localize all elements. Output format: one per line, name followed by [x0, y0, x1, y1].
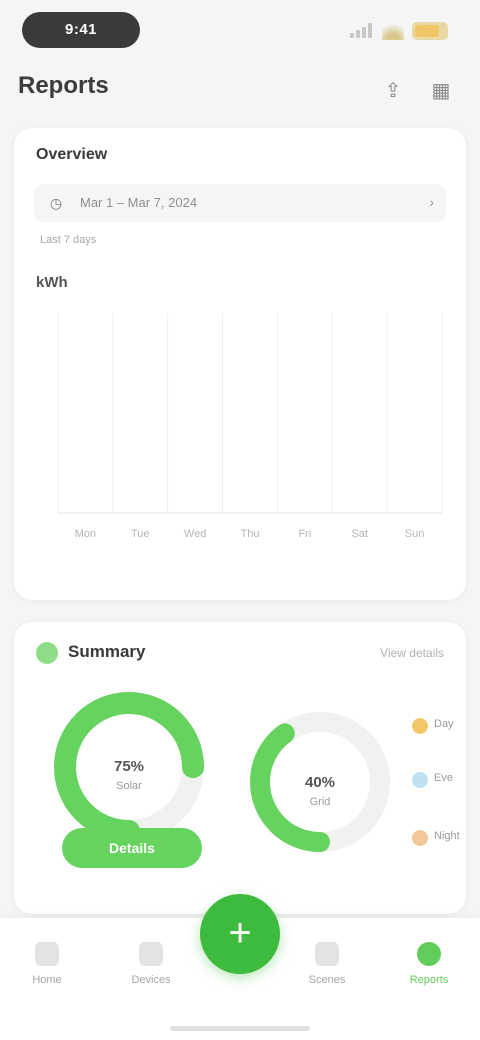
scenes-icon: [315, 942, 339, 966]
reports-icon: [417, 942, 441, 966]
calendar-small-icon: ◷: [49, 195, 63, 211]
overview-card: Overview ◷ Mar 1 – Mar 7, 2024 › Last 7 …: [14, 128, 466, 600]
legend-label: Day: [434, 718, 454, 730]
nav-item-devices[interactable]: Devices: [116, 934, 186, 1004]
bottom-nav: Home Devices + Scenes Reports: [0, 894, 480, 1040]
page-title: Reports: [18, 72, 109, 99]
nav-label: Reports: [409, 974, 449, 986]
add-button[interactable]: +: [200, 894, 280, 974]
calendar-icon[interactable]: ▦: [426, 76, 456, 106]
overview-label: Overview: [36, 146, 108, 163]
x-tick-label: Wed: [184, 528, 206, 540]
home-indicator: [170, 1026, 310, 1031]
date-range-text: Mar 1 – Mar 7, 2024: [80, 195, 198, 210]
devices-icon: [139, 942, 163, 966]
nav-item-home[interactable]: Home: [12, 934, 82, 1004]
legend-item: Day: [404, 708, 466, 744]
nav-label: Home: [32, 974, 62, 986]
view-details-link[interactable]: View details: [380, 646, 444, 660]
app-header: Reports ⇪ ▦: [0, 60, 480, 120]
x-tick-label: Sun: [405, 528, 425, 540]
legend-item: Eve: [404, 762, 466, 798]
x-tick-label: Thu: [241, 528, 260, 540]
unit-label: kWh: [36, 274, 68, 291]
x-tick-label: Tue: [131, 528, 150, 540]
legend-item: Night: [404, 820, 466, 856]
summary-card: Summary View details 75% Solar 40% Grid …: [14, 622, 466, 914]
time-pill: 9:41: [22, 12, 140, 48]
x-tick-label: Fri: [298, 528, 311, 540]
legend-label: Night: [434, 830, 460, 842]
nav-item-scenes[interactable]: Scenes: [292, 934, 362, 1004]
status-bar: 9:41: [0, 0, 480, 60]
chevron-right-icon: ›: [429, 194, 434, 210]
legend-dot-day: [412, 718, 428, 734]
legend-label: Eve: [434, 772, 453, 784]
usage-bar-chart: Mon Tue Wed Thu Fri Sat Sun: [57, 313, 443, 540]
x-tick-label: Mon: [75, 528, 96, 540]
battery-icon: [412, 22, 448, 40]
status-time: 9:41: [64, 21, 98, 38]
date-range-selector[interactable]: ◷ Mar 1 – Mar 7, 2024 ›: [34, 184, 446, 222]
leaf-icon: [36, 642, 58, 664]
legend-dot-night: [412, 830, 428, 846]
nav-label: Scenes: [308, 974, 346, 986]
solar-ring-value: 75%: [113, 758, 145, 775]
signal-icon: [350, 22, 372, 38]
share-icon[interactable]: ⇪: [378, 76, 408, 106]
solar-ring-caption: Solar: [116, 780, 142, 792]
details-button[interactable]: Details: [62, 828, 202, 868]
wifi-icon: [382, 20, 404, 40]
nav-label: Devices: [131, 974, 171, 986]
legend-dot-eve: [412, 772, 428, 788]
status-icons: [348, 18, 458, 42]
summary-title: Summary: [68, 642, 146, 661]
grid-ring-caption: Grid: [309, 796, 331, 808]
range-caption: Last 7 days: [40, 234, 97, 246]
x-tick-label: Sat: [351, 528, 368, 540]
grid-ring-value: 40%: [304, 774, 336, 791]
nav-item-reports[interactable]: Reports: [394, 934, 464, 1004]
home-icon: [35, 942, 59, 966]
